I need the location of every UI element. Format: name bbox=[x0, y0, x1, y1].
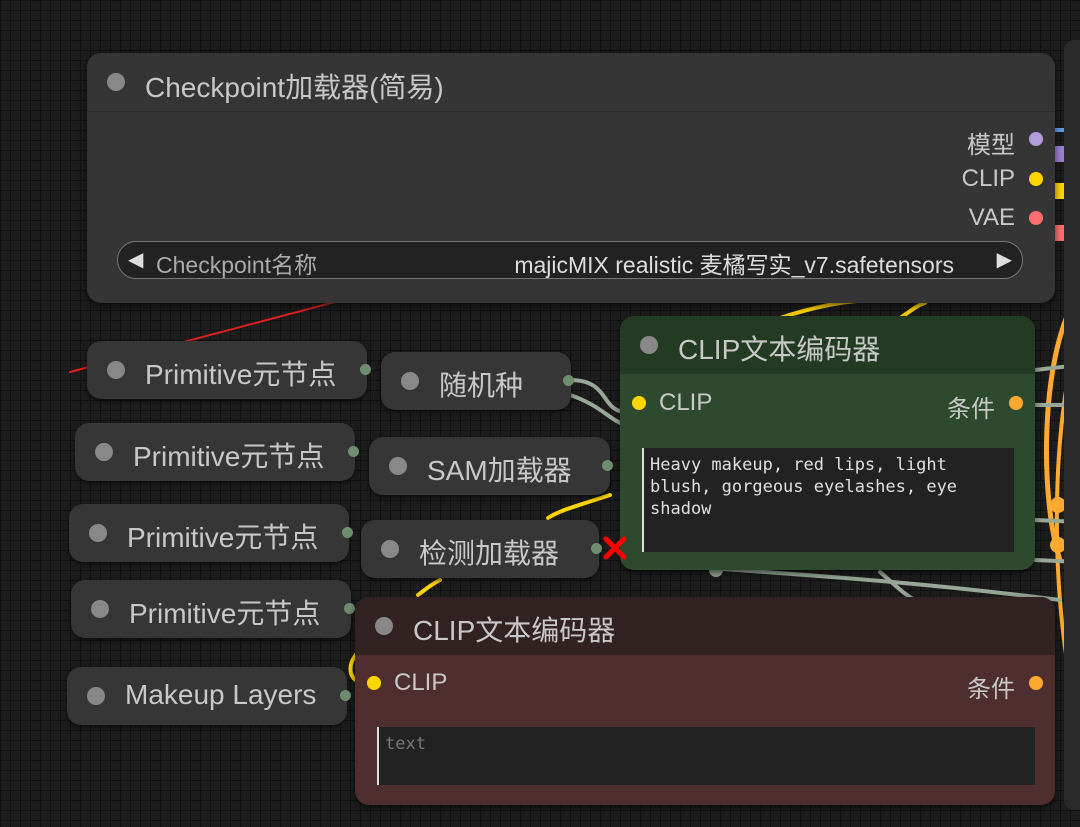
clip-text-encoder-positive[interactable]: CLIP文本编码器 CLIP 条件 Heavy makeup, red lips… bbox=[620, 316, 1035, 570]
checkpoint-loader-node[interactable]: Checkpoint加载器(简易) 模型 CLIP VAE ◀ Checkpoi… bbox=[87, 53, 1055, 303]
output-port[interactable] bbox=[563, 375, 574, 386]
node-title: Primitive元节点 bbox=[127, 522, 319, 553]
output-port[interactable] bbox=[340, 690, 351, 701]
node-title: Primitive元节点 bbox=[145, 359, 337, 390]
collapse-dot-icon[interactable] bbox=[87, 687, 105, 705]
collapse-dot-icon[interactable] bbox=[95, 443, 113, 461]
collapse-dot-icon[interactable] bbox=[375, 617, 393, 635]
combo-left-arrow-icon[interactable]: ◀ bbox=[128, 247, 143, 272]
output-port[interactable] bbox=[360, 364, 371, 375]
node-title: Primitive元节点 bbox=[129, 598, 321, 629]
node-title: Makeup Layers bbox=[125, 679, 317, 710]
output-port[interactable] bbox=[602, 460, 613, 471]
output-port[interactable] bbox=[348, 446, 359, 457]
primitive-node[interactable]: Primitive元节点 bbox=[71, 580, 355, 638]
detector-loader-node[interactable]: 检测加载器 bbox=[361, 520, 602, 578]
collapse-dot-icon[interactable] bbox=[89, 524, 107, 542]
combo-value: majicMIX realistic 麦橘写实_v7.safetensors bbox=[514, 252, 954, 278]
node-title: Primitive元节点 bbox=[133, 441, 325, 472]
collapse-dot-icon[interactable] bbox=[640, 336, 658, 354]
output-label-clip: CLIP bbox=[961, 165, 1015, 192]
primitive-node[interactable]: Primitive元节点 bbox=[75, 423, 359, 481]
output-label-vae: VAE bbox=[968, 204, 1015, 231]
output-label-conditioning: 条件 bbox=[947, 396, 995, 423]
output-port[interactable] bbox=[344, 603, 355, 614]
output-socket-conditioning[interactable] bbox=[1029, 676, 1043, 690]
input-label-clip: CLIP bbox=[394, 669, 448, 696]
collapse-dot-icon[interactable] bbox=[401, 372, 419, 390]
output-socket-clip[interactable] bbox=[1029, 172, 1043, 186]
input-socket-clip[interactable] bbox=[367, 676, 381, 690]
output-socket-vae[interactable] bbox=[1029, 211, 1043, 225]
node-title: Checkpoint加载器(简易) bbox=[145, 72, 444, 103]
input-label-clip: CLIP bbox=[659, 389, 713, 416]
makeup-layers-node[interactable]: Makeup Layers bbox=[67, 667, 351, 725]
collapse-dot-icon[interactable] bbox=[91, 600, 109, 618]
node-header[interactable]: CLIP文本编码器 bbox=[620, 316, 1035, 374]
wire-clip bbox=[416, 578, 442, 597]
collapse-dot-icon[interactable] bbox=[107, 73, 125, 91]
collapse-dot-icon[interactable] bbox=[107, 361, 125, 379]
output-port[interactable] bbox=[591, 543, 602, 554]
node-title: 检测加载器 bbox=[419, 538, 560, 569]
output-socket-conditioning[interactable] bbox=[1009, 396, 1023, 410]
collapse-dot-icon[interactable] bbox=[381, 540, 399, 558]
input-socket-clip[interactable] bbox=[632, 396, 646, 410]
node-header[interactable]: CLIP文本编码器 bbox=[355, 597, 1055, 655]
clip-text-encoder-negative[interactable]: CLIP文本编码器 CLIP 条件 text bbox=[355, 597, 1055, 805]
node-title: CLIP文本编码器 bbox=[413, 615, 616, 646]
node-title: 随机种 bbox=[439, 370, 524, 401]
combo-label: Checkpoint名称 bbox=[156, 252, 318, 278]
output-label-conditioning: 条件 bbox=[967, 676, 1015, 703]
collapse-dot-icon[interactable] bbox=[389, 457, 407, 475]
primitive-node[interactable]: Primitive元节点 bbox=[69, 504, 353, 562]
wire-clip bbox=[546, 493, 612, 520]
node-header[interactable]: Checkpoint加载器(简易) bbox=[87, 53, 1055, 112]
sam-loader-node[interactable]: SAM加载器 bbox=[369, 437, 613, 495]
prompt-textarea[interactable]: Heavy makeup, red lips, light blush, gor… bbox=[642, 448, 1014, 552]
prompt-textarea[interactable]: text bbox=[377, 727, 1035, 785]
output-socket-model[interactable] bbox=[1029, 132, 1043, 146]
offscreen-node-edge bbox=[1064, 40, 1080, 810]
error-x-icon bbox=[603, 536, 627, 560]
combo-right-arrow-icon[interactable]: ▶ bbox=[997, 247, 1012, 272]
node-title: SAM加载器 bbox=[427, 455, 572, 486]
primitive-node[interactable]: Primitive元节点 bbox=[87, 341, 371, 399]
random-seed-node[interactable]: 随机种 bbox=[381, 352, 574, 410]
output-port[interactable] bbox=[342, 527, 353, 538]
output-label-model: 模型 bbox=[967, 132, 1015, 159]
wire-generic bbox=[708, 566, 1062, 602]
checkpoint-name-combo[interactable]: ◀ Checkpoint名称 majicMIX realistic 麦橘写实_v… bbox=[117, 241, 1023, 279]
wire-generic bbox=[878, 570, 917, 602]
node-title: CLIP文本编码器 bbox=[678, 334, 881, 365]
